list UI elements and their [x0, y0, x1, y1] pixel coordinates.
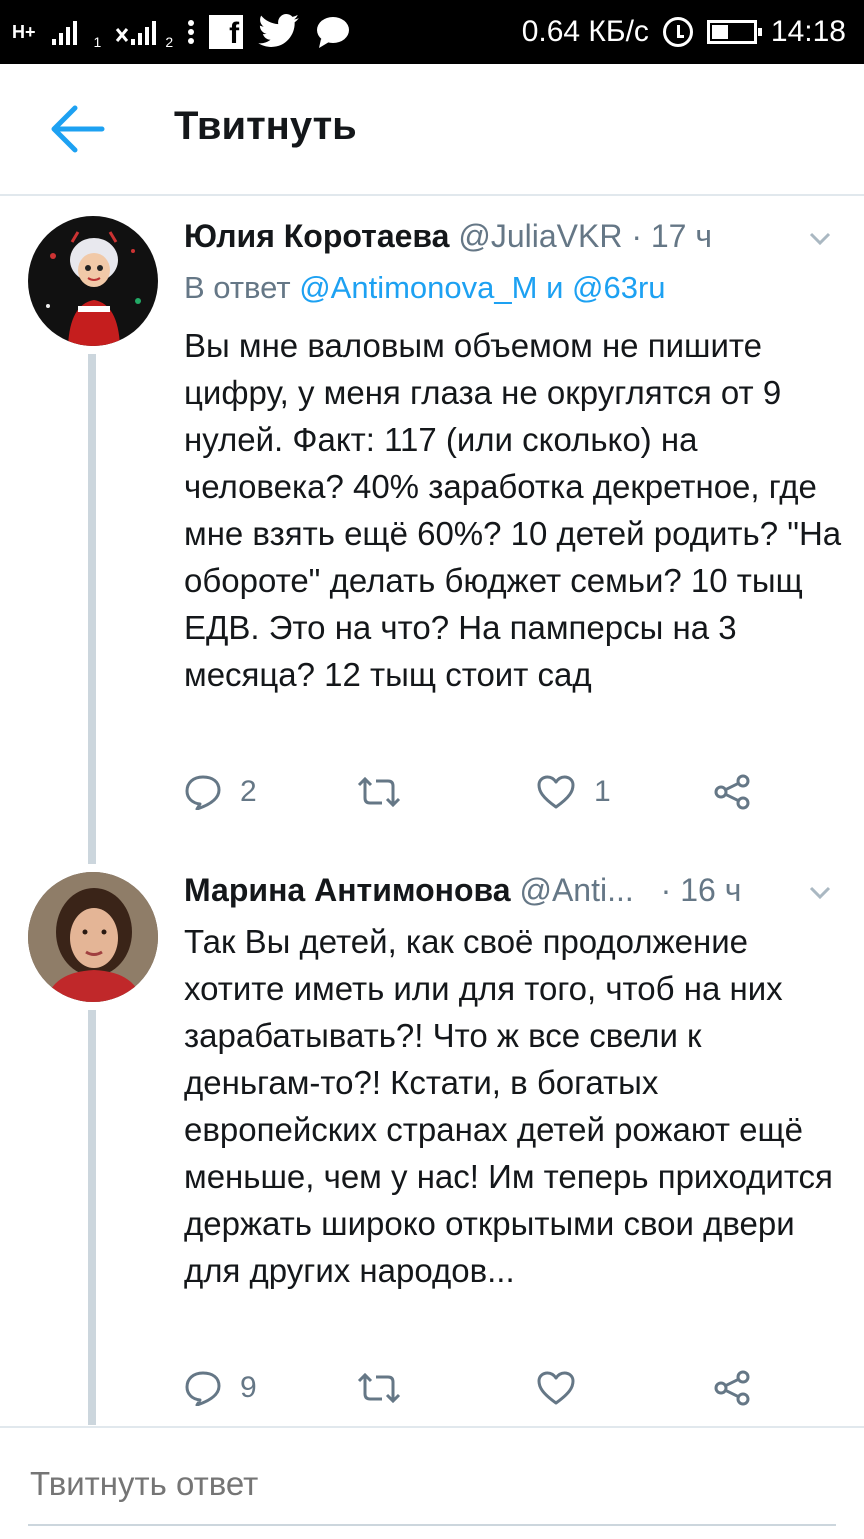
like-count: 1 [594, 775, 611, 808]
reply-input[interactable] [30, 1462, 834, 1506]
tweet-time: · 17 ч [631, 218, 713, 254]
messenger-icon [317, 17, 350, 48]
reply-button[interactable]: 2 [184, 772, 257, 812]
reply-icon [185, 1371, 221, 1406]
tweet-time: · 16 ч [660, 872, 742, 908]
input-underline [28, 1524, 836, 1526]
tweet-menu-button[interactable] [806, 878, 834, 906]
mention-link[interactable]: @Antimonova_M [299, 270, 537, 305]
alarm-icon [662, 17, 693, 47]
retweet-button[interactable] [356, 772, 420, 812]
tweet-actions: 2 1 [184, 772, 784, 812]
author-name[interactable]: Юлия Коротаева [184, 218, 449, 254]
reply-prefix: В ответ [184, 270, 291, 305]
avatar-image [28, 216, 158, 346]
more-icon [188, 20, 195, 44]
mention-link[interactable]: @63ru [572, 270, 666, 305]
share-icon [714, 774, 750, 810]
battery-icon [706, 20, 762, 44]
share-button[interactable] [712, 1368, 752, 1408]
chevron-down-icon [809, 232, 831, 246]
like-button[interactable]: 1 [536, 772, 611, 812]
avatar[interactable] [28, 216, 158, 346]
avatar-image [28, 872, 158, 1002]
tweet-text: Так Вы детей, как своё продолжение хотит… [184, 923, 833, 1289]
tweet[interactable]: Марина Антимонова @Anti... · 16 ч Так Вы… [0, 856, 864, 1426]
retweet-button[interactable] [356, 1368, 420, 1408]
network-type: H+ [12, 22, 36, 42]
network-speed: 0.64 КБ/с [521, 15, 649, 48]
sim2-label: 2 [165, 34, 174, 50]
reply-button[interactable]: 9 [184, 1368, 257, 1408]
sim1-label: 1 [93, 34, 102, 50]
signal-icon [51, 21, 77, 45]
share-icon [714, 1370, 750, 1406]
like-button[interactable] [536, 1368, 594, 1408]
tweet[interactable]: Юлия Коротаева @JuliaVKR · 17 ч В ответ … [0, 196, 864, 856]
reply-composer [0, 1426, 864, 1539]
tweet-header: Юлия Коротаева @JuliaVKR · 17 ч [184, 218, 712, 255]
reply-count: 2 [240, 775, 257, 808]
tweet-header: Марина Антимонова @Anti... · 16 ч [184, 872, 741, 909]
tweet-text: Вы мне валовым объемом не пишите цифру, … [184, 327, 842, 693]
share-button[interactable] [712, 772, 752, 812]
back-button[interactable] [48, 102, 106, 156]
avatar[interactable] [28, 872, 158, 1002]
tweet-actions: 9 [184, 1368, 784, 1408]
reply-count: 9 [240, 1371, 257, 1404]
app-header: Твитнуть [0, 64, 864, 196]
twitter-icon [258, 14, 299, 47]
author-name[interactable]: Марина Антимонова [184, 872, 511, 908]
reply-and: и [546, 270, 564, 305]
back-arrow-icon [51, 105, 105, 153]
tweet-menu-button[interactable] [806, 224, 834, 252]
retweet-icon [357, 1372, 401, 1404]
reply-icon [185, 775, 221, 810]
heart-icon [537, 775, 575, 809]
clock: 14:18 [770, 15, 846, 48]
chevron-down-icon [809, 886, 831, 900]
status-bar: H+ 1 2 f 0.64 КБ/с 14:18 [0, 0, 864, 64]
heart-icon [537, 1371, 575, 1405]
page-title: Твитнуть [174, 104, 357, 148]
reply-context: В ответ @Antimonova_M и @63ru [184, 270, 666, 306]
facebook-icon: f [209, 15, 244, 49]
signal-icon [116, 21, 157, 45]
retweet-icon [357, 776, 401, 808]
author-handle[interactable]: @JuliaVKR [458, 218, 622, 254]
author-handle[interactable]: @Anti... [519, 872, 633, 908]
